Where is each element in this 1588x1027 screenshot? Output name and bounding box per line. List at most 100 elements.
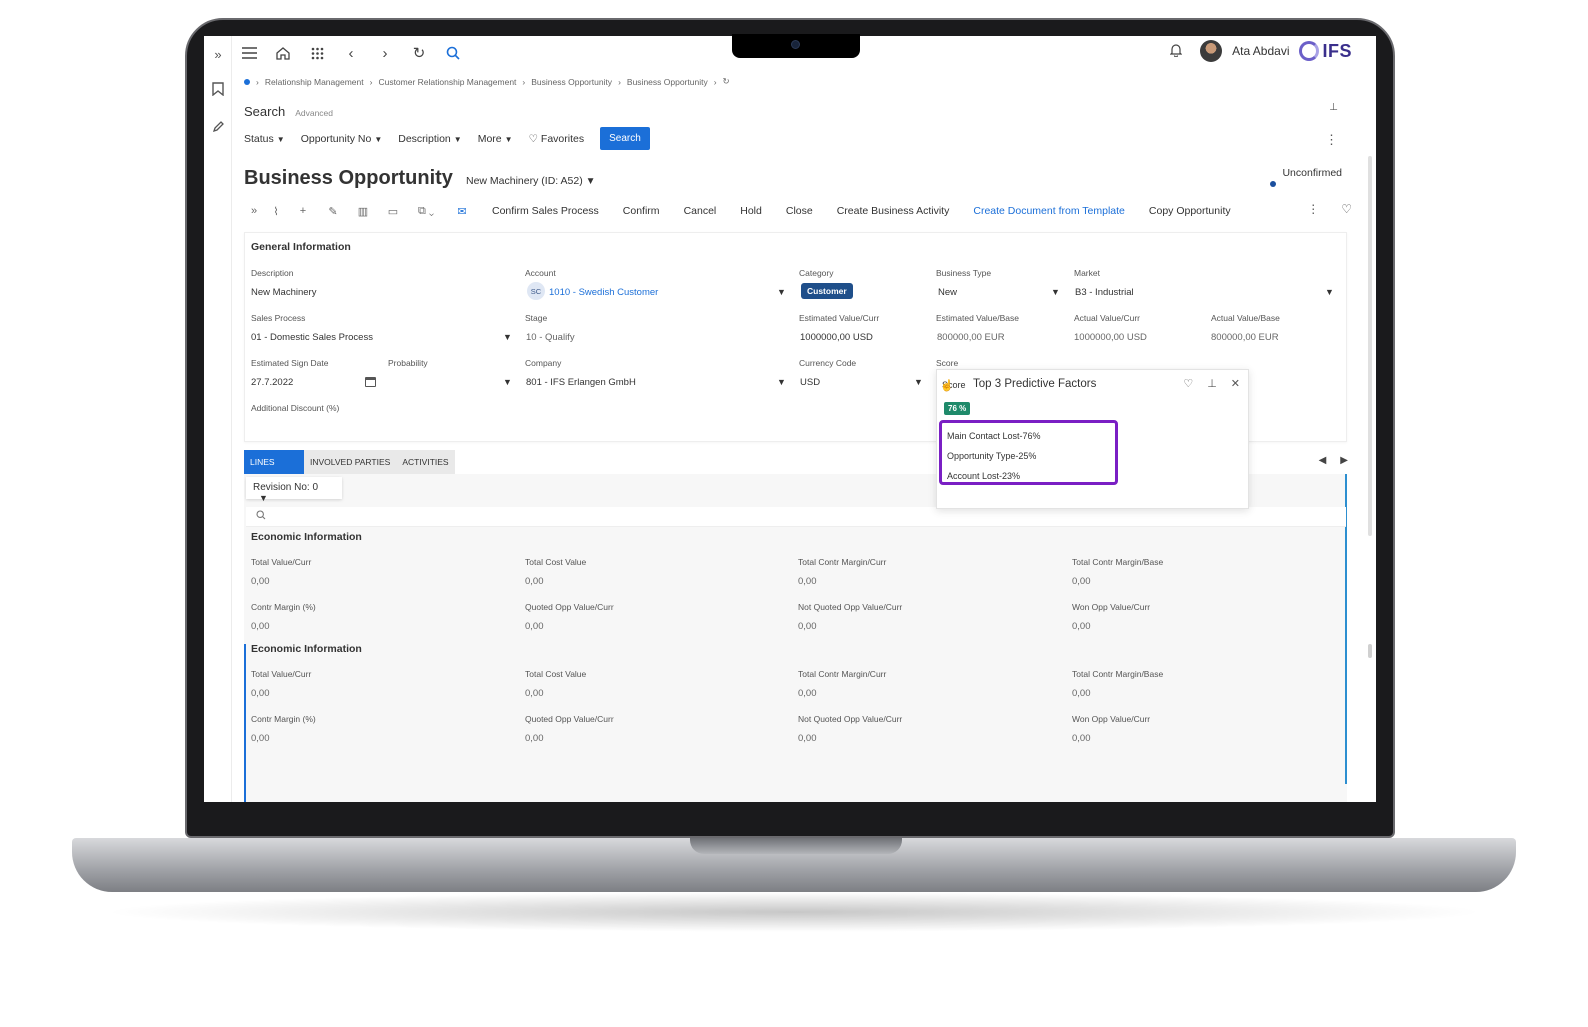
tab-prev-icon[interactable]: ◀ bbox=[1319, 455, 1327, 466]
forward-icon[interactable]: › bbox=[368, 36, 402, 70]
filter-description[interactable]: Description ▼ bbox=[398, 133, 461, 145]
ifs-logo-text: IFS bbox=[1322, 40, 1352, 61]
edit-pencil-icon[interactable] bbox=[208, 116, 228, 136]
company-dropdown-icon[interactable]: ▼ bbox=[777, 377, 786, 387]
expand-rail-icon[interactable]: » bbox=[208, 44, 228, 64]
popup-close-icon[interactable]: ✕ bbox=[1231, 377, 1240, 390]
popup-pin-icon[interactable]: ⊥ bbox=[1207, 377, 1217, 390]
advanced-search-link[interactable]: Advanced bbox=[295, 108, 333, 118]
description-field[interactable]: New Machinery bbox=[251, 287, 316, 298]
section-accent bbox=[244, 644, 246, 802]
user-name[interactable]: Ata Abdavi bbox=[1232, 44, 1289, 58]
more-options-icon[interactable]: ⋮ bbox=[1325, 132, 1338, 148]
econ-label: Total Cost Value bbox=[525, 557, 587, 567]
breadcrumb-item[interactable]: Business Opportunity bbox=[627, 77, 708, 87]
popup-favorite-icon[interactable]: ♡ bbox=[1183, 377, 1193, 390]
account-label: Account bbox=[525, 268, 556, 278]
probability-dropdown-icon[interactable]: ▼ bbox=[503, 377, 512, 387]
econ-label: Not Quoted Opp Value/Curr bbox=[798, 714, 903, 724]
est-value-curr-field[interactable]: 1000000,00 USD bbox=[800, 332, 873, 343]
business-type-field[interactable]: New bbox=[938, 287, 957, 298]
sales-process-dropdown-icon[interactable]: ▼ bbox=[503, 332, 512, 342]
expand-commands-icon[interactable]: » bbox=[244, 205, 264, 217]
avatar[interactable] bbox=[1200, 40, 1223, 62]
sign-date-label: Estimated Sign Date bbox=[251, 358, 329, 368]
econ-label: Total Contr Margin/Base bbox=[1072, 669, 1164, 679]
breadcrumb-item[interactable]: Relationship Management bbox=[265, 77, 364, 87]
tab-next-icon[interactable]: ▶ bbox=[1340, 455, 1348, 466]
camera-notch bbox=[732, 34, 860, 58]
market-dropdown-icon[interactable]: ▼ bbox=[1325, 287, 1334, 297]
edit-icon[interactable]: ✎ bbox=[318, 205, 348, 218]
search-button[interactable]: Search bbox=[600, 127, 650, 150]
copy-opportunity-button[interactable]: Copy Opportunity bbox=[1137, 205, 1243, 217]
favorites-filter[interactable]: ♡ Favorites bbox=[529, 133, 585, 145]
create-document-from-template-button[interactable]: Create Document from Template bbox=[961, 205, 1137, 217]
search-icon[interactable] bbox=[436, 36, 470, 70]
econ-value: 0,00 bbox=[1072, 688, 1091, 699]
create-business-activity-button[interactable]: Create Business Activity bbox=[825, 205, 962, 217]
delete-icon[interactable]: ▥ bbox=[348, 205, 378, 218]
filter-more[interactable]: More ▼ bbox=[478, 133, 513, 145]
add-icon[interactable]: + bbox=[288, 205, 318, 217]
business-type-dropdown-icon[interactable]: ▼ bbox=[1051, 287, 1060, 297]
revision-selector[interactable]: Revision No: 0 ▼ bbox=[246, 477, 342, 503]
hold-button[interactable]: Hold bbox=[728, 205, 774, 217]
confirm-sales-process-button[interactable]: Confirm Sales Process bbox=[480, 205, 611, 217]
copy-icon[interactable]: ▭ bbox=[378, 205, 408, 218]
econ-value: 0,00 bbox=[251, 621, 270, 632]
confirm-button[interactable]: Confirm bbox=[611, 205, 672, 217]
page-scrollbar-thumb[interactable] bbox=[1368, 644, 1372, 658]
tab-involved-parties[interactable]: INVOLVED PARTIES bbox=[304, 450, 397, 474]
record-selector[interactable]: New Machinery (ID: A52) ▼ bbox=[466, 175, 596, 187]
sales-process-field[interactable]: 01 - Domestic Sales Process bbox=[251, 332, 373, 343]
breadcrumb-item[interactable]: Business Opportunity bbox=[531, 77, 612, 87]
act-value-curr-field: 1000000,00 USD bbox=[1074, 332, 1147, 343]
currency-field[interactable]: USD bbox=[800, 377, 820, 388]
apps-grid-icon[interactable] bbox=[300, 36, 334, 70]
attachment-icon[interactable]: ⌇ bbox=[264, 205, 288, 218]
favorite-heart-icon[interactable]: ♡ bbox=[1341, 202, 1352, 216]
bookmark-icon[interactable] bbox=[208, 79, 228, 99]
cancel-button[interactable]: Cancel bbox=[672, 205, 729, 217]
toolbar-more-icon[interactable]: ⋮ bbox=[1307, 202, 1319, 216]
breadcrumb-item[interactable]: Customer Relationship Management bbox=[378, 77, 516, 87]
est-value-base-field: 800000,00 EUR bbox=[937, 332, 1005, 343]
lines-search-icon bbox=[256, 510, 266, 520]
filter-status[interactable]: Status ▼ bbox=[244, 133, 285, 145]
duplicate-menu-icon[interactable]: ⧉ ⌄ bbox=[408, 205, 444, 218]
econ-label: Quoted Opp Value/Curr bbox=[525, 602, 614, 612]
back-icon[interactable]: ‹ bbox=[334, 36, 368, 70]
lines-search-input[interactable] bbox=[246, 507, 1346, 527]
pin-icon[interactable]: ⊥ bbox=[1329, 102, 1338, 113]
econ-value: 0,00 bbox=[525, 576, 544, 587]
breadcrumb-home-dot[interactable] bbox=[244, 78, 250, 85]
filter-opportunity-no[interactable]: Opportunity No ▼ bbox=[301, 133, 383, 145]
predictive-factors-popup: Score ☝ Top 3 Predictive Factors ♡ ⊥ ✕ 7… bbox=[936, 369, 1249, 509]
close-button[interactable]: Close bbox=[774, 205, 825, 217]
econ-label: Won Opp Value/Curr bbox=[1072, 714, 1151, 724]
probability-label: Probability bbox=[388, 358, 428, 368]
econ-value: 0,00 bbox=[251, 688, 270, 699]
bell-icon[interactable] bbox=[1169, 43, 1183, 60]
calendar-icon[interactable] bbox=[365, 377, 376, 387]
tab-activities[interactable]: ACTIVITIES bbox=[396, 450, 455, 474]
page-scrollbar[interactable] bbox=[1368, 156, 1372, 536]
email-icon[interactable]: ✉ bbox=[444, 205, 480, 218]
econ-value: 0,00 bbox=[798, 688, 817, 699]
home-icon[interactable] bbox=[266, 36, 300, 70]
breadcrumb-refresh-icon[interactable]: ↻ bbox=[723, 76, 730, 87]
currency-dropdown-icon[interactable]: ▼ bbox=[914, 377, 923, 387]
command-toolbar: » ⌇ + ✎ ▥ ▭ ⧉ ⌄ ✉ Confirm Sales Process … bbox=[244, 200, 1356, 222]
menu-icon[interactable] bbox=[232, 36, 266, 70]
econ-label: Contr Margin (%) bbox=[251, 602, 316, 612]
tab-lines[interactable]: LINES bbox=[244, 450, 304, 474]
company-field[interactable]: 801 - IFS Erlangen GmbH bbox=[526, 377, 636, 388]
ifs-logo-mark-icon bbox=[1299, 41, 1320, 61]
refresh-icon[interactable]: ↻ bbox=[402, 36, 436, 70]
market-field[interactable]: B3 - Industrial bbox=[1075, 287, 1134, 298]
account-field[interactable]: 1010 - Swedish Customer bbox=[549, 287, 658, 298]
econ-label: Total Contr Margin/Base bbox=[1072, 557, 1164, 567]
account-dropdown-icon[interactable]: ▼ bbox=[777, 287, 786, 297]
sign-date-field[interactable]: 27.7.2022 bbox=[251, 377, 293, 388]
